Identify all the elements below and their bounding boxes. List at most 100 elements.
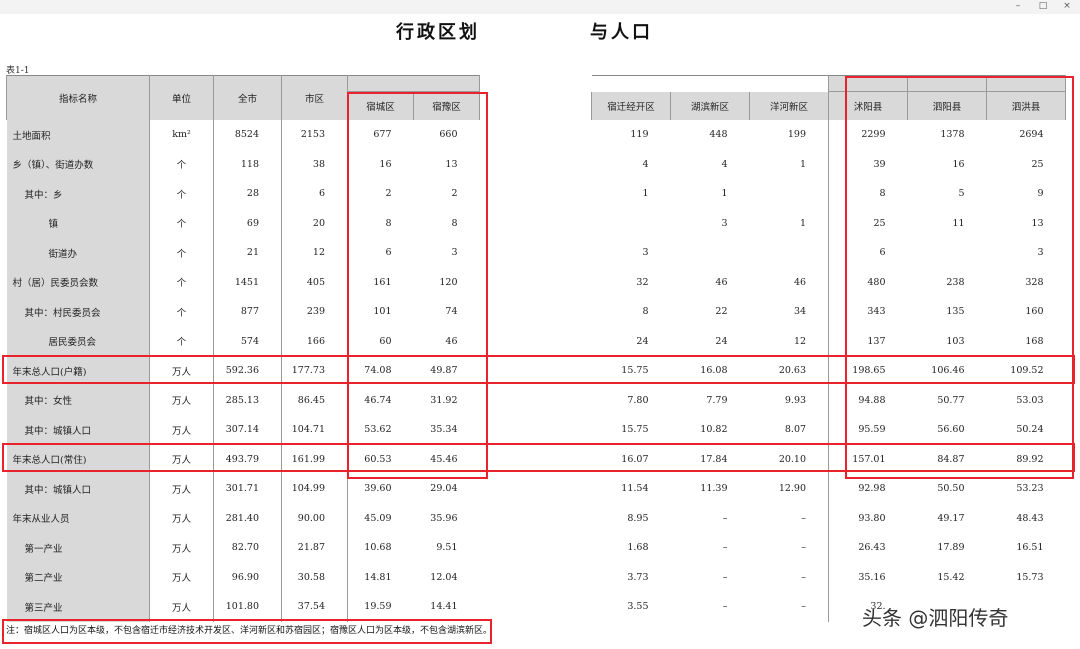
- header-city: 全市: [213, 75, 282, 120]
- cell-siyang: 84.87: [937, 453, 965, 465]
- cell-suyu: 8: [451, 217, 458, 229]
- table-row: 第一产业 万人 82.70 21.87 10.68 9.51: [6, 533, 480, 563]
- cell-suyu: 35.96: [430, 512, 458, 524]
- row-unit: 个: [149, 149, 214, 179]
- cell-yanghe: 8.07: [784, 424, 807, 436]
- row-label: 其中：女性: [6, 385, 150, 415]
- cell-urban: 38: [281, 149, 348, 179]
- row-label: 乡（镇）、街道办数: [6, 149, 150, 179]
- cell-city: 118: [213, 149, 282, 179]
- cell-sucheng: 10.68: [347, 533, 414, 563]
- cell-suyu: 35.34: [430, 424, 458, 436]
- cell-city: 21: [213, 238, 282, 268]
- maximize-icon[interactable]: □: [1030, 0, 1056, 14]
- cell-econ: 16.07: [621, 453, 649, 465]
- cell-suyu: 45.46: [430, 453, 458, 465]
- close-icon[interactable]: ×: [1054, 0, 1080, 14]
- cell-shuyang: 26.43: [828, 533, 908, 563]
- cell-suyu: 29.04: [430, 483, 458, 495]
- cell-hubin: 17.84: [700, 453, 728, 465]
- cell-econ: 11.54: [621, 483, 649, 495]
- table-row: 119 448 199 2299 1378 2694: [592, 120, 1066, 150]
- row-unit: 万人: [149, 444, 214, 474]
- table-row: 其中：女性 万人 285.13 86.45 46.74 31.92: [6, 385, 480, 415]
- cell-yanghe: 20.63: [778, 365, 807, 377]
- footnote: 注：宿城区人口为区本级，不包含宿迁市经济技术开发区、洋河新区和苏宿园区；宿豫区人…: [6, 626, 493, 636]
- row-unit: 个: [149, 238, 214, 268]
- cell-sihong: 9: [1037, 188, 1044, 200]
- cell-siyang: 49.17: [937, 512, 965, 524]
- cell-hubin: –: [722, 571, 728, 583]
- cell-hubin: –: [722, 542, 728, 554]
- cell-urban: 30.58: [281, 562, 348, 592]
- table-row: 其中：村民委员会个 877 239 101 74: [6, 297, 480, 327]
- cell-city: 285.13: [213, 385, 282, 415]
- cell-shuyang: 25: [828, 208, 908, 238]
- table-row: 村（居）民委员会数个 1451 405 161 120: [6, 267, 480, 297]
- cell-yanghe: [750, 179, 829, 209]
- row-unit: 个: [149, 297, 214, 327]
- row-unit: 万人: [149, 385, 214, 415]
- table-row: 3 6 3: [592, 238, 1066, 268]
- cell-city: 69: [213, 208, 282, 238]
- cell-econ: 8: [642, 306, 649, 318]
- cell-urban: 166: [281, 326, 348, 356]
- cell-sucheng: 8: [347, 208, 414, 238]
- cell-city: 592.36: [213, 356, 282, 386]
- cell-shuyang: 480: [828, 267, 908, 297]
- cell-econ: 1.68: [627, 542, 649, 554]
- cell-city: 493.79: [213, 444, 282, 474]
- cell-suyu: 14.41: [430, 601, 458, 613]
- cell-hubin: 1: [721, 188, 728, 200]
- cell-hubin: –: [722, 512, 728, 524]
- row-label: 年末从业人员: [6, 503, 150, 533]
- cell-sihong: 3: [1037, 247, 1044, 259]
- page-title-left: 行政区划: [396, 22, 480, 43]
- cell-hubin: 10.82: [700, 424, 728, 436]
- cell-urban: 37.54: [281, 592, 348, 622]
- cell-hubin: 22: [715, 306, 728, 318]
- table-row: 其中：城镇人口 万人 307.14 104.71 53.62 35.34: [6, 415, 480, 445]
- header-group-blank-4: [986, 75, 1067, 92]
- cell-sucheng: 46.74: [347, 385, 414, 415]
- cell-yanghe: –: [801, 601, 807, 613]
- row-unit: 万人: [149, 533, 214, 563]
- table-row: 15.75 10.82 8.07 95.59 56.60 50.24: [592, 415, 1066, 445]
- row-label: 土地面积: [6, 120, 150, 150]
- cell-siyang: 11: [952, 217, 965, 229]
- stats-table-left: 指标名称 单位 全市 市区 宿城区 宿豫区 土地面积 km² 8524 2153 677…: [6, 75, 480, 622]
- cell-suyu: 46: [445, 335, 458, 347]
- cell-city: 28: [213, 179, 282, 209]
- cell-shuyang: 157.01: [828, 444, 908, 474]
- cell-siyang: 16: [952, 158, 965, 170]
- table-row: 3 1 25 11 13: [592, 208, 1066, 239]
- cell-city: 574: [213, 326, 282, 356]
- cell-sihong: 89.92: [1016, 453, 1044, 465]
- row-label: 其中：乡: [6, 179, 150, 209]
- cell-shuyang: 343: [828, 297, 908, 327]
- cell-shuyang: 95.59: [828, 415, 908, 445]
- table-row: 第二产业 万人 96.90 30.58 14.81 12.04: [6, 562, 480, 592]
- cell-shuyang: 8: [828, 179, 908, 209]
- cell-urban: 12: [281, 238, 348, 268]
- cell-sucheng: 53.62: [347, 415, 414, 445]
- cell-yanghe: 20.10: [778, 453, 807, 465]
- cell-yanghe: 199: [787, 129, 807, 141]
- minimize-icon[interactable]: –: [1005, 0, 1031, 14]
- cell-siyang: 135: [946, 306, 965, 318]
- cell-yanghe: –: [801, 512, 807, 524]
- cell-hubin: 46: [715, 276, 728, 288]
- cell-urban: 2153: [281, 120, 348, 150]
- cell-suyu: 660: [439, 129, 458, 141]
- cell-urban: 6: [281, 179, 348, 209]
- cell-sucheng: 2: [347, 179, 414, 209]
- cell-yanghe: –: [801, 542, 807, 554]
- cell-suyu: 31.92: [430, 394, 458, 406]
- cell-siyang: 5: [958, 188, 965, 200]
- cell-sihong: 109.52: [1010, 365, 1044, 377]
- row-label: 其中：村民委员会: [6, 297, 150, 327]
- row-label: 其中：城镇人口: [6, 474, 150, 504]
- cell-city: 1451: [213, 267, 282, 297]
- cell-sihong: 168: [1025, 335, 1044, 347]
- cell-econ: [592, 209, 671, 239]
